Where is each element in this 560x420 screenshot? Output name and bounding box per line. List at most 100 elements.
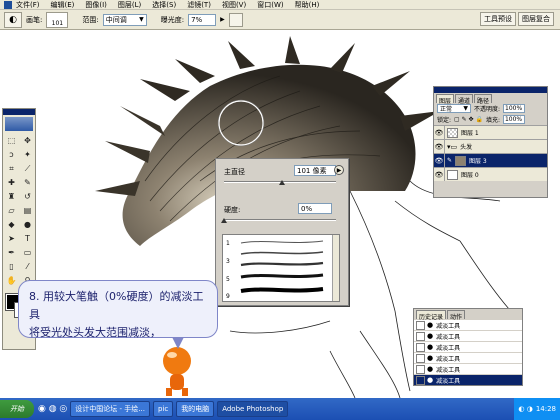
- layer-row[interactable]: 👁 ✎ 图层 3: [434, 153, 547, 167]
- menu-help[interactable]: 帮助(H): [295, 0, 320, 10]
- tool-presets-tab[interactable]: 工具预设: [480, 12, 516, 26]
- tab-history[interactable]: 历史记录: [416, 310, 447, 321]
- tutorial-callout: 8. 用较大笔触（0%硬度）的减淡工具 将受光处头发大范围减淡，: [18, 280, 218, 339]
- history-item[interactable]: ● 减淡工具: [414, 341, 522, 352]
- exposure-input[interactable]: 7%: [188, 13, 217, 26]
- menu-image[interactable]: 图像(I): [85, 0, 107, 10]
- exposure-label: 曝光度:: [160, 15, 185, 24]
- brush-tool-icon[interactable]: ✎: [20, 176, 35, 189]
- brush-menu-button[interactable]: ▶: [334, 165, 344, 175]
- folder-icon: ▾▭: [447, 142, 458, 151]
- menu-window[interactable]: 窗口(W): [257, 0, 283, 10]
- layer-row[interactable]: 👁 图层 1: [434, 125, 547, 139]
- exposure-arrow-icon[interactable]: ▶: [220, 16, 225, 23]
- clock: 14:28: [535, 405, 556, 413]
- toolbox-titlebar[interactable]: [3, 109, 35, 115]
- master-diameter-input[interactable]: 101 像素: [294, 165, 336, 176]
- brush-label: 画笔:: [26, 15, 43, 24]
- layer-thumbnail: [447, 169, 458, 180]
- blend-mode-select[interactable]: 正常 ▼: [437, 104, 471, 113]
- brush-stroke-previews: [240, 240, 324, 293]
- eye-icon[interactable]: 👁: [434, 129, 444, 137]
- magic-wand-icon[interactable]: ✦: [20, 148, 35, 161]
- brush-list-scrollbar[interactable]: [332, 235, 339, 301]
- taskbar-item-folder[interactable]: pic: [152, 401, 174, 417]
- gradient-tool-icon[interactable]: ▤: [20, 204, 35, 217]
- lock-icons[interactable]: ▢ ✎ ✥ 🔒: [454, 116, 483, 123]
- eye-icon[interactable]: 👁: [434, 171, 444, 179]
- hardness-knob[interactable]: [221, 218, 227, 223]
- master-diameter-knob[interactable]: [279, 180, 286, 185]
- slice-tool-icon[interactable]: ⟋: [20, 162, 35, 175]
- move-tool-icon[interactable]: ✥: [20, 134, 35, 147]
- marquee-tool-icon[interactable]: ⬚: [4, 134, 19, 147]
- eraser-tool-icon[interactable]: ▱: [4, 204, 19, 217]
- hardness-input[interactable]: 0%: [298, 203, 332, 214]
- blur-tool-icon[interactable]: ◆: [4, 218, 19, 231]
- task-label: 我的电脑: [181, 405, 210, 413]
- opacity-input[interactable]: 100%: [503, 104, 526, 113]
- start-button[interactable]: 开始: [0, 400, 34, 418]
- history-snapshot-box[interactable]: [416, 375, 425, 385]
- brush-options-popup: 主直径 101 像素 ▶ 硬度: 0% 1 3 5 9: [215, 158, 349, 306]
- tab-actions[interactable]: 动作: [447, 310, 466, 321]
- lasso-tool-icon[interactable]: ↄ: [4, 148, 19, 161]
- tab-channels[interactable]: 通道: [455, 94, 474, 105]
- healing-tool-icon[interactable]: ✚: [4, 176, 19, 189]
- history-item[interactable]: ● 减淡工具: [414, 319, 522, 330]
- fill-input[interactable]: 100%: [502, 115, 525, 124]
- layer-group-row[interactable]: 👁 ▾▭ 头发: [434, 139, 547, 153]
- history-snapshot-box[interactable]: [416, 331, 425, 341]
- history-panel: 历史记录 动作 ● 减淡工具 ● 减淡工具 ● 减淡工具 ● 减淡工具 ● 减淡…: [413, 308, 523, 386]
- range-label: 范围:: [82, 15, 99, 24]
- shape-tool-icon[interactable]: ▭: [20, 246, 35, 259]
- eye-icon[interactable]: 👁: [434, 143, 444, 151]
- eyedropper-icon[interactable]: ⁄: [20, 260, 35, 273]
- history-snapshot-box[interactable]: [416, 320, 425, 330]
- history-snapshot-box[interactable]: [416, 342, 425, 352]
- pen-tool-icon[interactable]: ✒: [4, 246, 19, 259]
- tray-icons[interactable]: ◐ ◑: [518, 405, 532, 413]
- layer-comps-tab[interactable]: 图层复合: [518, 12, 554, 26]
- history-item[interactable]: ● 减淡工具: [414, 363, 522, 374]
- taskbar-item-photoshop[interactable]: Adobe Photoshop: [217, 401, 289, 417]
- history-item[interactable]: ● 减淡工具: [414, 352, 522, 363]
- notes-tool-icon[interactable]: ▯: [4, 260, 19, 273]
- dodge-icon: ●: [427, 365, 434, 373]
- crop-tool-icon[interactable]: ⌗: [4, 162, 19, 175]
- menu-view[interactable]: 视图(V): [222, 0, 246, 10]
- range-select[interactable]: 中间调 ▼: [102, 13, 147, 26]
- history-snapshot-box[interactable]: [416, 364, 425, 374]
- hand-tool-icon[interactable]: ✋: [4, 274, 19, 287]
- history-snapshot-box[interactable]: [416, 353, 425, 363]
- tab-paths[interactable]: 路径: [474, 94, 493, 105]
- brush-picker[interactable]: 101: [46, 11, 69, 28]
- eye-icon[interactable]: 👁: [434, 157, 444, 165]
- path-select-icon[interactable]: ➤: [4, 232, 19, 245]
- clone-stamp-icon[interactable]: ♜: [4, 190, 19, 203]
- tab-layers[interactable]: 图层: [436, 94, 455, 105]
- airbrush-toggle[interactable]: [228, 12, 243, 27]
- menu-select[interactable]: 选择(S): [152, 0, 176, 10]
- history-item-current[interactable]: ● 减淡工具: [414, 374, 522, 385]
- hardness-slider[interactable]: [224, 219, 336, 221]
- history-label: 减淡工具: [436, 377, 461, 385]
- layer-row[interactable]: 👁 图层 0: [434, 167, 547, 181]
- dodge-tool-icon[interactable]: ●: [20, 218, 35, 231]
- brush-preset-list[interactable]: 1 3 5 9: [222, 234, 340, 302]
- brush-size-value: 101: [51, 19, 64, 27]
- history-item[interactable]: ● 减淡工具: [414, 330, 522, 341]
- type-tool-icon[interactable]: T: [20, 232, 35, 245]
- menu-file[interactable]: 文件(F): [16, 0, 40, 10]
- menu-filter[interactable]: 滤镜(T): [187, 0, 211, 10]
- brush-link-icon: ✎: [447, 157, 453, 164]
- dodge-tool-preset-icon[interactable]: ◐: [4, 11, 22, 28]
- fill-label: 填充:: [485, 117, 500, 124]
- taskbar-item-computer[interactable]: 我的电脑: [176, 401, 215, 417]
- taskbar-item-browser[interactable]: 设计中国论坛 - 手绘...: [70, 401, 150, 417]
- history-brush-icon[interactable]: ↺: [20, 190, 35, 203]
- menu-edit[interactable]: 编辑(E): [51, 0, 75, 10]
- quick-launch-icons[interactable]: ◉ ◍ ◎: [38, 404, 67, 414]
- menu-layer[interactable]: 图层(L): [118, 0, 141, 10]
- layer-thumbnail: [447, 127, 458, 138]
